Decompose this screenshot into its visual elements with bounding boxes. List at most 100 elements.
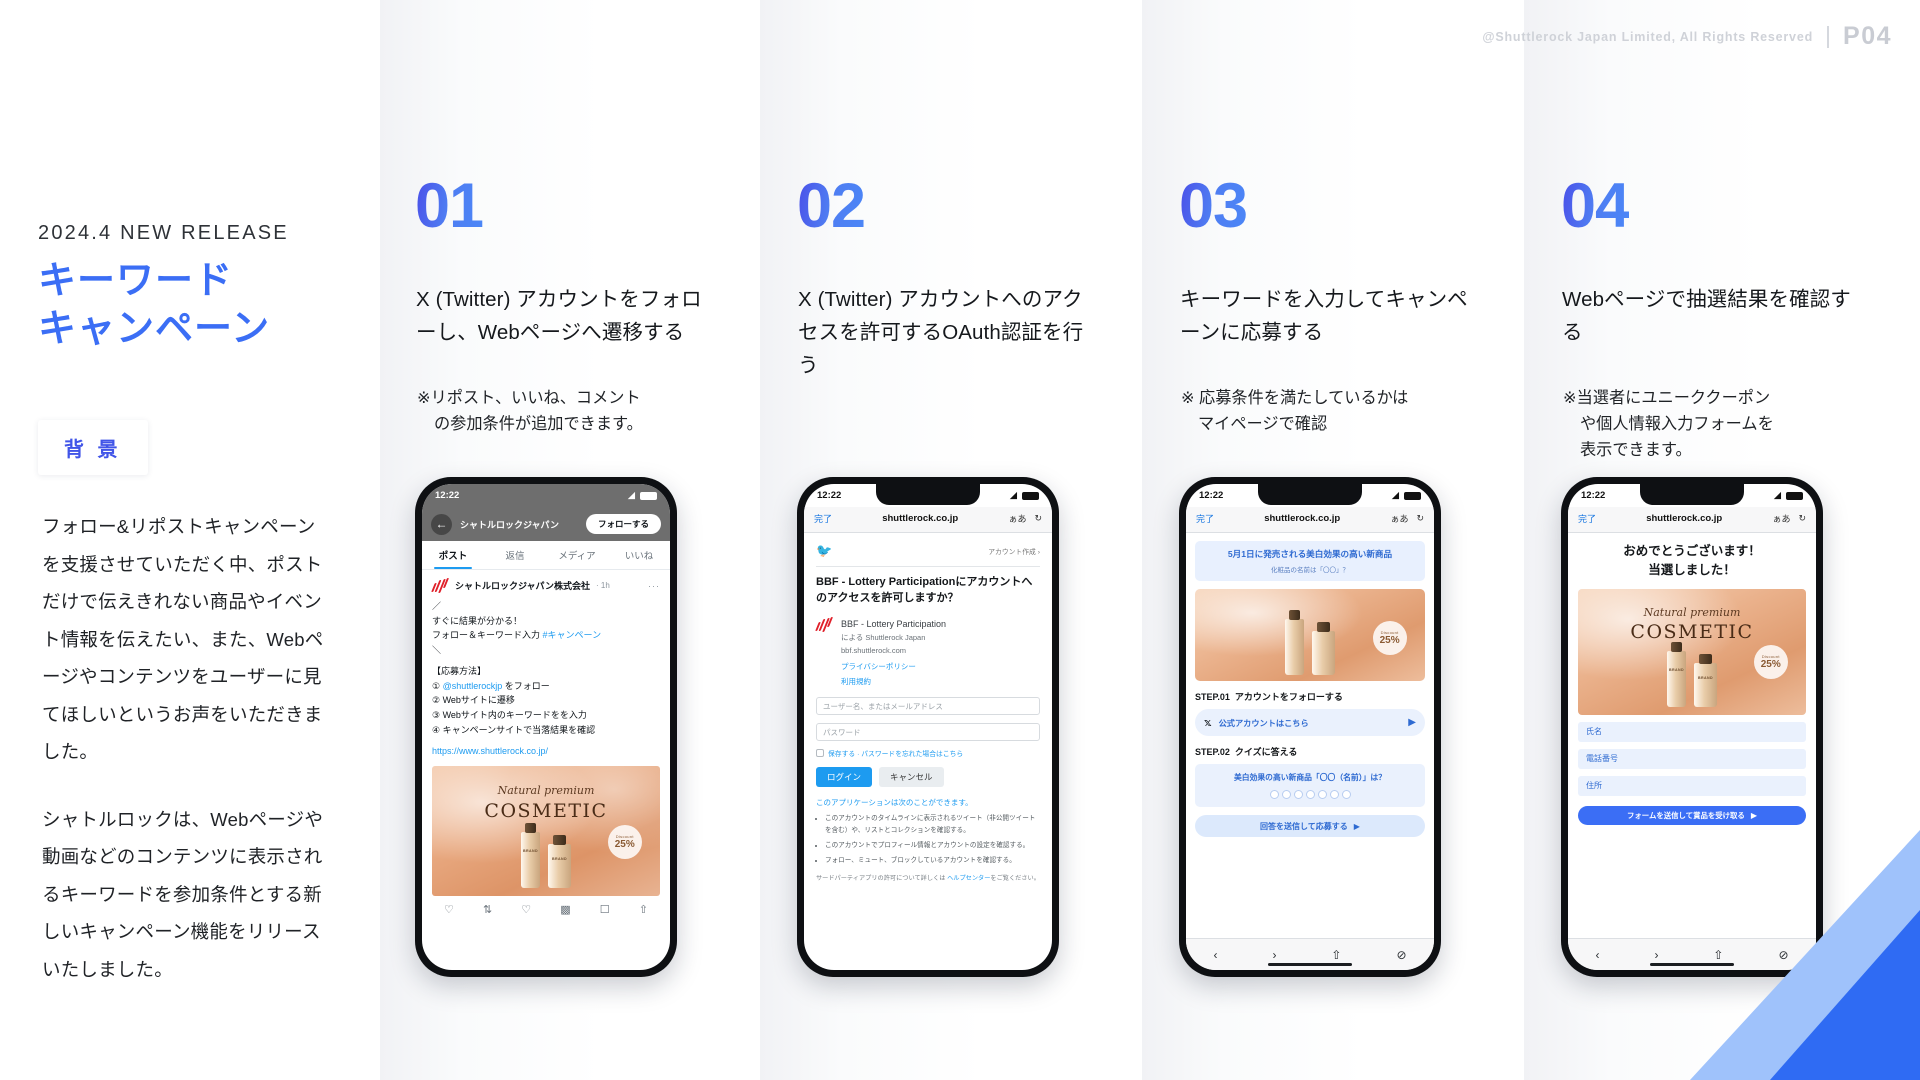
bottle-mid: BRAND (1694, 653, 1717, 707)
oauth-buttons: ログイン キャンセル (816, 767, 1040, 788)
page-title: キーワード キャンペーン (38, 258, 270, 353)
safari-bar-3: 完了 shuttlerock.co.jp ぁあ ↻ (1186, 507, 1434, 533)
step1-text: アカウントをフォローする (1234, 692, 1343, 702)
tab-media[interactable]: メディア (546, 541, 608, 569)
submit-answer-label: 回答を送信して応募する (1260, 821, 1348, 831)
x-apply-header: 【応募方法】 (432, 666, 487, 677)
url-label[interactable]: shuttlerock.co.jp (1264, 513, 1340, 524)
follow-button[interactable]: フォローする (585, 514, 661, 534)
tab-likes[interactable]: いいね (608, 541, 670, 569)
keyword-input-dots[interactable] (1202, 790, 1418, 799)
x-post-url[interactable]: https://www.shuttlerock.co.jp/ (432, 744, 660, 759)
reload-icon[interactable]: ↻ (1798, 513, 1806, 524)
submit-answer-button[interactable]: 回答を送信して応募する ▶ (1195, 815, 1425, 837)
x-post-hashtag[interactable]: #キャンペーン (543, 630, 602, 640)
url-label[interactable]: shuttlerock.co.jp (882, 513, 958, 524)
form-submit-button[interactable]: フォームを送信して賞品を受け取る ▶ (1578, 805, 1806, 825)
copyright-text: @Shuttlerock Japan Limited, All Rights R… (1482, 29, 1814, 44)
x-timestamp: · 1h (596, 581, 610, 590)
intro-body: フォロー&リポストキャンペーンを支援させていただく中、ポストだけで伝えきれない商… (42, 508, 332, 989)
header-divider (1827, 25, 1830, 48)
tab-replies[interactable]: 返信 (484, 541, 546, 569)
remember-checkbox[interactable] (816, 749, 824, 758)
bottle-tall (1285, 610, 1304, 676)
divider (816, 566, 1040, 567)
reload-icon[interactable]: ↻ (1034, 513, 1042, 524)
share-icon[interactable]: ⇧ (639, 903, 648, 916)
share-nav-icon[interactable]: ⇧ (1331, 948, 1341, 962)
discount-value: 25% (1379, 635, 1400, 647)
wifi-icon: ◢ (627, 490, 635, 501)
x-topbar: ← シャトルロックジャパン フォローする (422, 507, 670, 541)
name-field[interactable]: 氏名 (1578, 721, 1806, 742)
repost-icon[interactable]: ⇅ (483, 903, 492, 916)
privacy-policy-link[interactable]: プライバシーポリシー (841, 661, 946, 674)
text-size-icon[interactable]: ぁあ (1008, 512, 1026, 525)
safari-bar-2: 完了 shuttlerock.co.jp ぁあ ↻ (804, 507, 1052, 533)
step-note-1: ※リポスト、いいね、コメント の参加条件が追加できます。 (417, 385, 702, 437)
phone-field[interactable]: 電話番号 (1578, 748, 1806, 769)
cancel-button[interactable]: キャンセル (879, 767, 944, 788)
phone-mockup-2: 12:22 ◢ 完了 shuttlerock.co.jp ぁあ ↻ 🐦 アカウン… (797, 477, 1059, 977)
reply-icon[interactable]: ♡ (444, 903, 454, 916)
x-post-line2: すぐに結果が分かる！ (432, 615, 523, 626)
cosmetic-title-text: COSMETIC (484, 799, 608, 822)
text-size-icon[interactable]: ぁあ (1772, 512, 1790, 525)
shuttlerock-logo-icon (431, 578, 450, 593)
help-center-link[interactable]: ヘルプセンター (947, 875, 990, 882)
x-post-body: ／ すぐに結果が分かる！ フォロー＆キーワード入力 #キャンペーン ＼ 【応募方… (432, 599, 660, 759)
step2-label: STEP.02 (1195, 747, 1230, 757)
create-account-link[interactable]: アカウント作成 › (988, 546, 1040, 556)
shield-nav-icon[interactable]: ⊘ (1396, 948, 1406, 962)
battery-icon (1786, 491, 1803, 500)
official-account-label: 公式アカウントはこちら (1218, 718, 1309, 728)
done-button[interactable]: 完了 (1578, 512, 1596, 525)
more-options-icon[interactable]: ··· (648, 581, 660, 591)
cosmetic-bottles (1285, 610, 1335, 676)
battery-icon (640, 491, 657, 500)
discount-value: 25% (1760, 659, 1781, 671)
phone3-time: 12:22 (1199, 490, 1224, 501)
step-title-1: X (Twitter) アカウントをフォローし、Webページへ遷移する (416, 288, 702, 345)
forward-nav-icon[interactable]: › (1272, 948, 1276, 962)
remember-row[interactable]: 保存する · パスワードを忘れた場合はこちら (816, 748, 1040, 758)
login-button[interactable]: ログイン (816, 767, 873, 788)
password-input[interactable]: パスワード (816, 723, 1040, 742)
permission-item: フォロー、ミュート、ブロックしているアカウントを確認する。 (825, 855, 1040, 866)
reload-icon[interactable]: ↻ (1416, 513, 1424, 524)
x-post: シャトルロックジャパン株式会社 · 1h ··· ／ すぐに結果が分かる！ フォ… (422, 570, 670, 924)
step-note-3-line1: ※ 応募条件を満たしているかは (1181, 389, 1409, 407)
address-field[interactable]: 住所 (1578, 775, 1806, 796)
cosmetic-script-text: Natural premium (1643, 606, 1741, 620)
safari-bar-4: 完了 shuttlerock.co.jp ぁあ ↻ (1568, 507, 1816, 533)
views-icon[interactable]: ▩ (560, 903, 570, 916)
text-size-icon[interactable]: ぁあ (1390, 512, 1408, 525)
x-apply-1: ① @shuttlerockjp をフォロー (432, 680, 550, 691)
remember-label[interactable]: 保存する · パスワードを忘れた場合はこちら (828, 748, 963, 758)
home-indicator (1268, 963, 1352, 966)
wifi-icon: ◢ (1009, 490, 1017, 501)
back-nav-icon[interactable]: ‹ (1595, 948, 1599, 962)
play-arrow-icon: ▶ (1750, 810, 1757, 820)
forward-nav-icon[interactable]: › (1654, 948, 1658, 962)
username-input[interactable]: ユーザー名、またはメールアドレス (816, 697, 1040, 716)
campaign-hero-sub: 化粧品の名前は「〇〇」？ (1271, 567, 1349, 574)
decorative-corner-blue (1770, 910, 1920, 1080)
bookmark-icon[interactable]: ☐ (600, 903, 610, 916)
official-account-cta[interactable]: 𝕩 公式アカウントはこちら ▶ (1195, 709, 1425, 736)
tab-posts[interactable]: ポスト (422, 541, 484, 569)
url-label[interactable]: shuttlerock.co.jp (1646, 513, 1722, 524)
like-icon[interactable]: ♡ (521, 903, 531, 916)
done-button[interactable]: 完了 (1196, 512, 1214, 525)
x-profile-handle: シャトルロックジャパン (460, 519, 560, 530)
back-arrow-icon[interactable]: ← (431, 513, 452, 535)
back-nav-icon[interactable]: ‹ (1213, 948, 1217, 962)
x-post-line1: ／ (432, 601, 442, 611)
step-column-1: 01 X (Twitter) アカウントをフォローし、Webページへ遷移する ※… (415, 0, 755, 1080)
bottle-tall: BRAND (521, 822, 540, 888)
done-button[interactable]: 完了 (814, 512, 832, 525)
step-title-4: Webページで抽選結果を確認する (1562, 288, 1851, 345)
x-mention-link[interactable]: @shuttlerockjp (443, 681, 503, 691)
terms-link[interactable]: 利用規約 (841, 676, 946, 689)
intro-paragraph-1: フォロー&リポストキャンペーンを支援させていただく中、ポストだけで伝えきれない商… (42, 516, 324, 763)
